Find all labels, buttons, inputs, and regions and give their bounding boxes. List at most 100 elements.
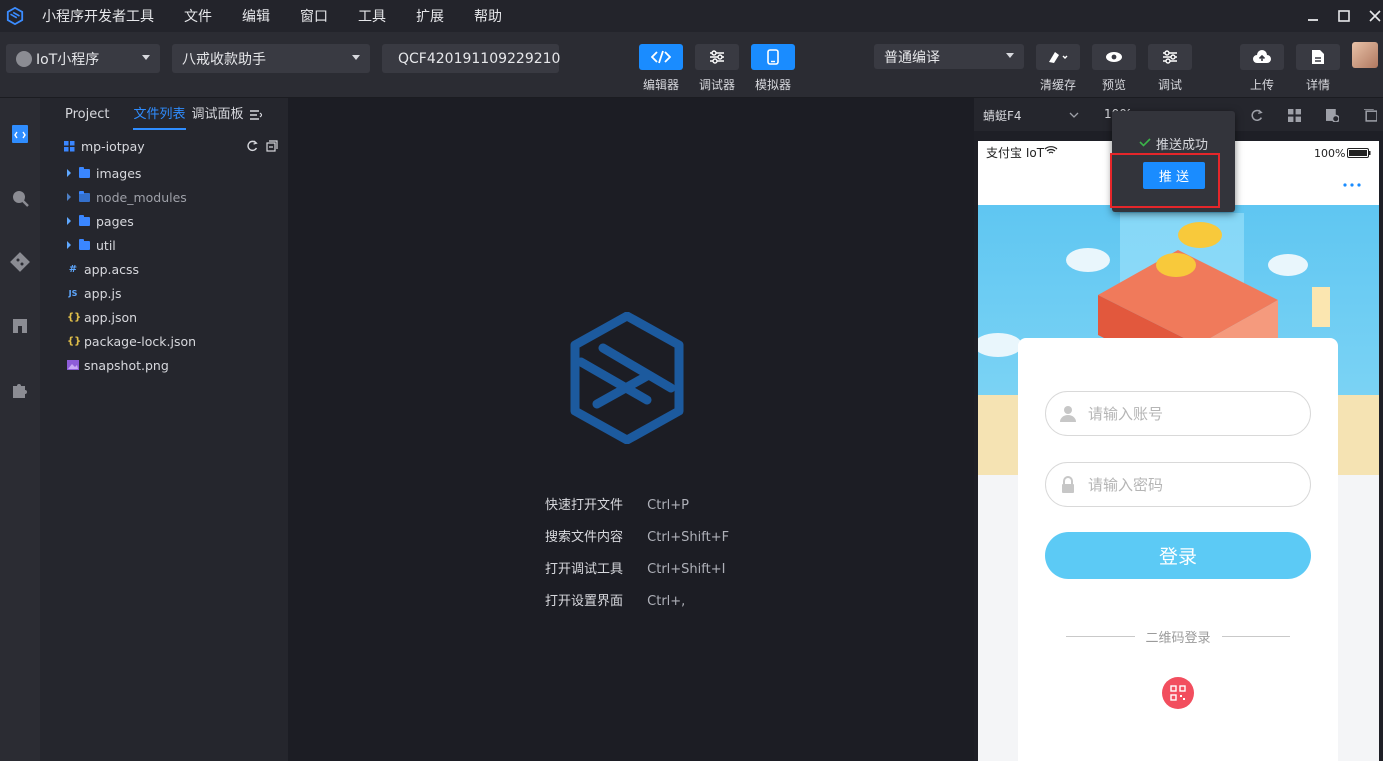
shortcut-label: 打开设置界面: [545, 594, 624, 609]
project-name-select[interactable]: 八戒收款助手: [172, 44, 370, 73]
remote-debug-label: 调试: [1157, 78, 1182, 92]
device-id-field[interactable]: QCF420191109229210: [382, 44, 560, 73]
shortcut-label: 打开调试工具: [545, 562, 624, 577]
puzzle-icon[interactable]: [10, 380, 30, 400]
folder-icon: [79, 214, 90, 226]
menu-window[interactable]: 窗口: [300, 6, 328, 26]
tree-root[interactable]: mp-iotpay: [40, 134, 288, 158]
tab-project[interactable]: Project: [65, 98, 109, 131]
tab-file-list[interactable]: 文件列表: [133, 98, 186, 131]
sliders-icon: [1163, 50, 1177, 64]
window-icon[interactable]: [1364, 109, 1377, 122]
check-icon: [1139, 138, 1151, 147]
preview-button[interactable]: [1092, 44, 1136, 70]
status-battery: 100%: [1314, 147, 1346, 160]
simulator-toggle-button[interactable]: [751, 44, 795, 70]
tree-folder-images[interactable]: images: [40, 161, 288, 185]
git-icon[interactable]: [10, 252, 30, 272]
preview-label: 预览: [1101, 78, 1126, 92]
collapse-all-icon[interactable]: [266, 140, 278, 152]
clear-cache-button[interactable]: [1036, 44, 1080, 70]
more-icon[interactable]: [1343, 183, 1361, 187]
settings-file-icon[interactable]: [1326, 109, 1339, 122]
shortcut-key: Ctrl+Shift+I: [647, 562, 726, 577]
upload-label: 上传: [1249, 78, 1274, 92]
device-select-label: 蜻蜓F4: [983, 109, 1022, 123]
folder-icon: [79, 190, 90, 202]
tree-item-label: images: [96, 165, 142, 181]
code-file-icon[interactable]: [10, 124, 30, 144]
editor-toggle-button[interactable]: [639, 44, 683, 70]
details-button[interactable]: [1296, 44, 1340, 70]
chevron-right-icon: [67, 217, 71, 225]
qr-login-label: 二维码登录: [1145, 631, 1211, 646]
js-icon: JS: [68, 288, 78, 298]
login-button[interactable]: 登录: [1045, 532, 1311, 579]
close-icon[interactable]: [1360, 0, 1383, 32]
menu-collapse-icon[interactable]: [249, 109, 262, 120]
debugger-toggle-label: 调试器: [698, 78, 735, 92]
debugger-toggle-button[interactable]: [695, 44, 739, 70]
tab-debug-panel[interactable]: 调试面板: [192, 98, 244, 131]
device-select[interactable]: 蜻蜓F4: [983, 107, 1022, 124]
qr-login-button[interactable]: [1162, 677, 1194, 709]
password-input[interactable]: 请输入密码: [1045, 462, 1311, 507]
menu-file[interactable]: 文件: [184, 6, 212, 26]
account-placeholder: 请输入账号: [1088, 405, 1164, 423]
tree-item-label: app.js: [84, 285, 122, 301]
project-type-label: IoT小程序: [36, 51, 100, 68]
tree-folder-util[interactable]: util: [40, 233, 288, 257]
menu-edit[interactable]: 编辑: [242, 6, 270, 26]
maximize-icon[interactable]: [1329, 0, 1359, 32]
editor-welcome: 快速打开文件 Ctrl+P 搜索文件内容 Ctrl+Shift+F 打开调试工具…: [288, 98, 974, 761]
grid-view-icon[interactable]: [1288, 109, 1301, 122]
menu-extensions[interactable]: 扩展: [416, 6, 444, 26]
password-placeholder: 请输入密码: [1088, 476, 1164, 494]
document-icon: [1312, 50, 1324, 64]
project-type-select[interactable]: IoT小程序: [6, 44, 160, 73]
json-icon: {}: [67, 335, 82, 347]
shortcut-row: 打开调试工具 Ctrl+Shift+I: [545, 558, 725, 577]
user-icon: [1060, 405, 1076, 422]
layout-icon[interactable]: [10, 316, 30, 336]
project-name-label: 八戒收款助手: [182, 51, 266, 68]
tree-file-app-acss[interactable]: # app.acss: [40, 257, 288, 281]
details-label: 详情: [1305, 78, 1330, 92]
broom-icon: [1049, 52, 1068, 63]
tree-item-label: pages: [96, 213, 134, 229]
json-icon: {}: [67, 311, 82, 323]
main-toolbar: IoT小程序 八戒收款助手 QCF420191109229210 编辑器 调试器…: [0, 32, 1383, 98]
shortcut-row: 搜索文件内容 Ctrl+Shift+F: [545, 526, 729, 545]
chevron-down-icon[interactable]: [1069, 112, 1079, 118]
tree-folder-node-modules[interactable]: node_modules: [40, 185, 288, 209]
search-icon[interactable]: [10, 188, 30, 208]
qr-login-divider: 二维码登录: [1066, 627, 1291, 646]
menu-help[interactable]: 帮助: [474, 6, 502, 26]
account-input[interactable]: 请输入账号: [1045, 391, 1311, 436]
chevron-right-icon: [67, 241, 71, 249]
tree-file-package-lock[interactable]: {} package-lock.json: [40, 329, 288, 353]
tree-file-snapshot[interactable]: snapshot.png: [40, 353, 288, 377]
upload-button[interactable]: [1240, 44, 1284, 70]
app-title: 小程序开发者工具: [42, 9, 154, 25]
tree-file-app-js[interactable]: JS app.js: [40, 281, 288, 305]
lock-icon: [1062, 475, 1074, 493]
shortcut-key: Ctrl+Shift+F: [647, 530, 730, 545]
tree-folder-pages[interactable]: pages: [40, 209, 288, 233]
chevron-right-icon: [67, 169, 71, 177]
tree-item-label: snapshot.png: [84, 357, 169, 373]
minimize-icon[interactable]: [1298, 0, 1328, 32]
hash-icon: #: [68, 263, 78, 275]
refresh-icon[interactable]: [1250, 109, 1263, 122]
highlight-box: [1110, 153, 1220, 208]
compile-mode-select[interactable]: 普通编译: [874, 44, 1024, 69]
tree-file-app-json[interactable]: {} app.json: [40, 305, 288, 329]
refresh-icon[interactable]: [246, 140, 258, 152]
avatar[interactable]: [1352, 42, 1378, 68]
chevron-down-icon: [1006, 53, 1014, 58]
remote-debug-button[interactable]: [1148, 44, 1192, 70]
menu-tools[interactable]: 工具: [358, 6, 386, 26]
eye-icon: [1106, 52, 1122, 62]
shortcut-row: 打开设置界面 Ctrl+,: [545, 590, 685, 609]
image-file-icon: [67, 360, 79, 370]
